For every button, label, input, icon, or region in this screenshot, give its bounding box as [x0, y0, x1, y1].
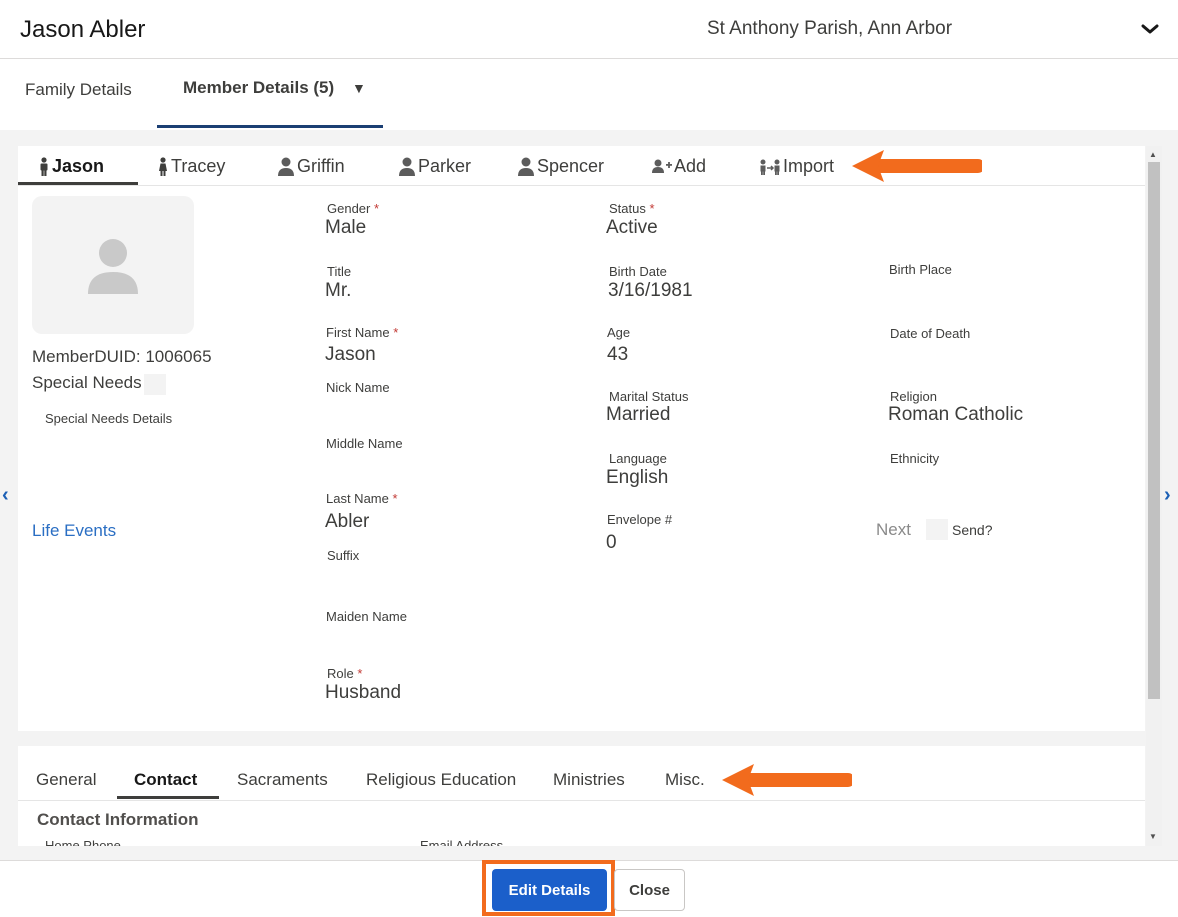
contact-information-heading: Contact Information — [37, 810, 199, 829]
birth-date-label: Birth Date — [609, 264, 667, 279]
religion-label: Religion — [890, 389, 937, 404]
add-member-button[interactable]: Add — [652, 156, 706, 177]
chevron-down-icon[interactable] — [1138, 17, 1162, 41]
send-checkbox[interactable] — [926, 519, 948, 540]
gender-label: Gender * — [327, 201, 380, 216]
member-name-title: Jason Abler — [20, 16, 146, 43]
member-duid: MemberDUID: 1006065 — [32, 347, 212, 366]
add-member-label: Add — [674, 156, 707, 176]
member-tab-jason[interactable]: Jason — [38, 156, 104, 177]
language-value: English — [606, 467, 669, 488]
birth-place-label: Birth Place — [889, 262, 952, 277]
birth-date-value: 3/16/1981 — [608, 280, 693, 301]
tab-ministries[interactable]: Ministries — [553, 770, 625, 790]
scroll-up-arrow-icon[interactable]: ▲ — [1149, 150, 1157, 159]
member-tab-parker[interactable]: Parker — [398, 156, 471, 177]
middle-name-label: Middle Name — [326, 436, 403, 451]
special-needs-label: Special Needs — [32, 373, 142, 392]
special-needs-checkbox[interactable] — [144, 374, 166, 395]
import-people-icon — [760, 159, 780, 175]
previous-member-chevron-icon[interactable]: ‹ — [2, 484, 9, 507]
tab-contact[interactable]: Contact — [134, 770, 197, 790]
scroll-down-arrow-icon[interactable]: ▼ — [1149, 832, 1157, 841]
suffix-label: Suffix — [327, 548, 360, 563]
scrollbar-thumb[interactable] — [1148, 162, 1160, 699]
close-button[interactable]: Close — [614, 869, 685, 911]
age-label: Age — [607, 325, 631, 340]
life-events-link[interactable]: Life Events — [32, 521, 116, 541]
member-tab-spencer[interactable]: Spencer — [517, 156, 604, 177]
age-value: 43 — [607, 344, 629, 365]
member-dropdown-caret-icon[interactable]: ▼ — [352, 80, 366, 96]
member-tab-label: Tracey — [171, 156, 226, 176]
last-name-value: Abler — [325, 511, 370, 532]
envelope-value: 0 — [606, 532, 617, 553]
ethnicity-label: Ethnicity — [890, 451, 940, 466]
tab-sacraments[interactable]: Sacraments — [237, 770, 328, 790]
person-icon — [518, 157, 534, 176]
status-value: Active — [606, 217, 658, 238]
last-name-label: Last Name * — [326, 491, 398, 506]
parish-name: St Anthony Parish, Ann Arbor — [707, 18, 953, 39]
tab-misc[interactable]: Misc. — [665, 770, 705, 790]
tab-general[interactable]: General — [36, 770, 96, 790]
member-tab-label: Parker — [418, 156, 472, 176]
member-tab-tracey[interactable]: Tracey — [157, 156, 225, 177]
active-tab-indicator — [157, 125, 383, 128]
religion-value: Roman Catholic — [888, 404, 1024, 425]
divider — [18, 800, 1145, 801]
page-header: Jason Abler St Anthony Parish, Ann Arbor — [0, 0, 1178, 59]
active-detail-tab-indicator — [117, 796, 219, 799]
gender-value: Male — [325, 217, 367, 238]
person-icon — [278, 157, 294, 176]
male-icon — [40, 156, 48, 176]
next-member-chevron-icon[interactable]: › — [1164, 484, 1171, 507]
annotation-arrow-icon — [852, 150, 982, 182]
status-label: Status * — [609, 201, 655, 216]
avatar[interactable] — [32, 196, 194, 334]
member-tab-label: Jason — [52, 156, 105, 176]
edit-details-button[interactable]: Edit Details — [492, 869, 607, 911]
role-value: Husband — [325, 682, 402, 703]
marital-status-value: Married — [606, 404, 671, 425]
add-person-icon — [652, 159, 672, 173]
email-address-label: Email Address — [420, 838, 504, 846]
home-phone-label: Home Phone — [45, 838, 121, 846]
first-name-label: First Name * — [326, 325, 399, 340]
avatar-placeholder-icon — [88, 239, 138, 294]
marital-status-label: Marital Status — [609, 389, 689, 404]
language-label: Language — [609, 451, 667, 466]
tab-religious-education[interactable]: Religious Education — [366, 770, 516, 790]
envelope-label: Envelope # — [607, 512, 673, 527]
annotation-arrow-icon — [722, 764, 852, 796]
member-tab-label: Griffin — [297, 156, 345, 176]
next-envelope-button[interactable]: Next — [876, 520, 911, 540]
send-label: Send? — [952, 522, 993, 538]
tab-family-details[interactable]: Family Details — [25, 80, 132, 100]
title-label: Title — [327, 264, 352, 279]
import-member-button[interactable]: Import — [759, 156, 834, 177]
member-tab-label: Spencer — [537, 156, 605, 176]
date-of-death-label: Date of Death — [890, 326, 971, 341]
maiden-name-label: Maiden Name — [326, 609, 407, 624]
tab-member-details[interactable]: Member Details (5) — [183, 78, 334, 98]
female-icon — [159, 156, 167, 176]
role-label: Role * — [327, 666, 363, 681]
top-tabs — [0, 59, 1178, 130]
first-name-value: Jason — [325, 344, 376, 365]
person-icon — [399, 157, 415, 176]
nick-name-label: Nick Name — [326, 380, 390, 395]
special-needs-details-label: Special Needs Details — [45, 411, 173, 426]
member-tab-griffin[interactable]: Griffin — [277, 156, 345, 177]
title-value: Mr. — [325, 280, 352, 301]
import-member-label: Import — [783, 156, 835, 176]
